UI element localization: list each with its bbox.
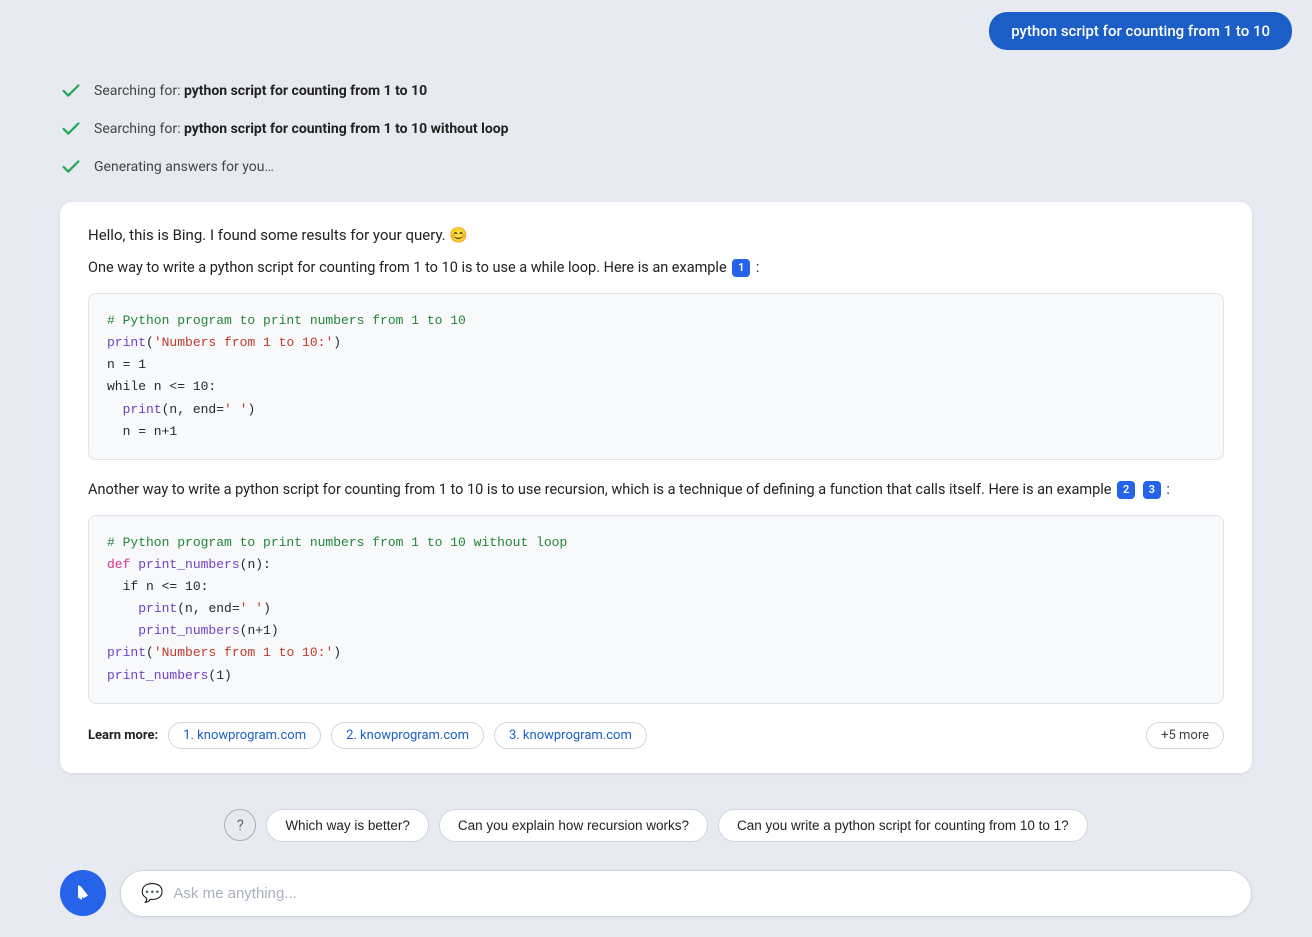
code-block-1: # Python program to print numbers from 1… <box>88 293 1224 460</box>
top-bar: python script for counting from 1 to 10 <box>0 0 1312 62</box>
status-label-1: Searching for: python script for countin… <box>94 83 427 99</box>
status-bold-2: python script for counting from 1 to 10 … <box>184 121 509 137</box>
code-block-2: # Python program to print numbers from 1… <box>88 515 1224 704</box>
citation-1: 1 <box>732 259 750 277</box>
suggestion-chip-2[interactable]: Can you explain how recursion works? <box>439 809 708 842</box>
search-status-3: Generating answers for you… <box>60 148 1252 186</box>
bottom-bar: 💬 <box>0 858 1312 937</box>
suggestion-chip-3[interactable]: Can you write a python script for counti… <box>718 809 1088 842</box>
response-card: Hello, this is Bing. I found some result… <box>60 202 1252 773</box>
input-bar: 💬 <box>120 870 1252 917</box>
code-line: print_numbers(n+1) <box>107 620 1205 642</box>
code-line: while n <= 10: <box>107 376 1205 398</box>
question-icon: ? <box>224 809 256 841</box>
chat-bubble-icon: 💬 <box>141 883 163 904</box>
citation-3: 3 <box>1143 481 1161 499</box>
learn-more-link-1[interactable]: 1. knowprogram.com <box>168 722 321 749</box>
code-line: if n <= 10: <box>107 576 1205 598</box>
search-status-1: Searching for: python script for countin… <box>60 72 1252 110</box>
suggestions-row: ? Which way is better? Can you explain h… <box>0 793 1312 858</box>
check-icon-2 <box>60 118 82 140</box>
code-line: print('Numbers from 1 to 10:') <box>107 332 1205 354</box>
learn-more-row: Learn more: 1. knowprogram.com 2. knowpr… <box>88 722 1224 749</box>
code-line: # Python program to print numbers from 1… <box>107 532 1205 554</box>
code-line: print('Numbers from 1 to 10:') <box>107 642 1205 664</box>
code-line: # Python program to print numbers from 1… <box>107 310 1205 332</box>
code-line: n = n+1 <box>107 421 1205 443</box>
para2-after: : <box>1166 481 1170 498</box>
code-line: print_numbers(1) <box>107 665 1205 687</box>
bing-logo-circle <box>60 870 106 916</box>
suggestion-chip-1[interactable]: Which way is better? <box>266 809 429 842</box>
code-line: print(n, end=' ') <box>107 598 1205 620</box>
learn-more-label: Learn more: <box>88 728 158 743</box>
more-badge[interactable]: +5 more <box>1146 722 1224 749</box>
para1-after: : <box>756 259 760 276</box>
main-content: Searching for: python script for countin… <box>0 62 1312 793</box>
code-line: def print_numbers(n): <box>107 554 1205 576</box>
check-icon-1 <box>60 80 82 102</box>
status-bold-1: python script for counting from 1 to 10 <box>184 83 427 99</box>
check-icon-3 <box>60 156 82 178</box>
response-paragraph-1: One way to write a python script for cou… <box>88 256 1224 279</box>
status-label-2: Searching for: python script for countin… <box>94 121 509 137</box>
para1-text: One way to write a python script for cou… <box>88 259 727 276</box>
code-line: print(n, end=' ') <box>107 399 1205 421</box>
response-intro: Hello, this is Bing. I found some result… <box>88 226 1224 244</box>
learn-more-link-2[interactable]: 2. knowprogram.com <box>331 722 484 749</box>
search-status-2: Searching for: python script for countin… <box>60 110 1252 148</box>
response-paragraph-2: Another way to write a python script for… <box>88 478 1224 501</box>
status-label-3: Generating answers for you… <box>94 159 274 175</box>
learn-more-link-3[interactable]: 3. knowprogram.com <box>494 722 647 749</box>
code-line: n = 1 <box>107 354 1205 376</box>
user-query-bubble: python script for counting from 1 to 10 <box>989 12 1292 50</box>
ask-input[interactable] <box>173 885 1231 902</box>
citation-2: 2 <box>1117 481 1135 499</box>
bing-icon <box>71 881 95 905</box>
para2-text: Another way to write a python script for… <box>88 481 1112 498</box>
